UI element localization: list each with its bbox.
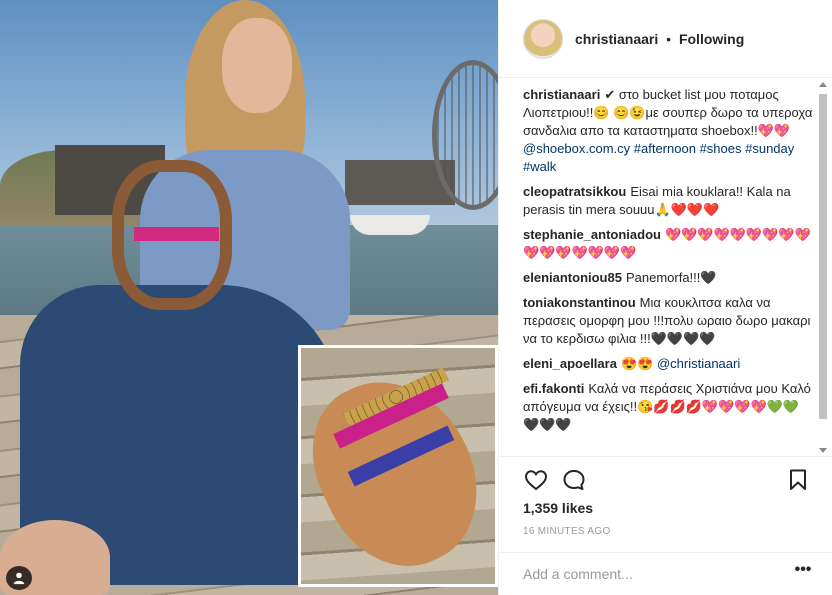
comment-author[interactable]: toniakonstantinou [523,295,636,310]
save-button[interactable] [785,467,811,493]
comment-link[interactable]: @shoebox.com.cy [523,141,630,156]
comment-link[interactable]: #sunday [745,141,794,156]
comment-item: stephanie_antoniadou 💖💖💖💖💖💖💖💖💖💖💖💖💖💖💖💖 [523,226,813,262]
like-button[interactable] [523,467,549,493]
following-button[interactable]: Following [679,31,744,47]
comments-list[interactable]: christianaari ✔ στο bucket list μου ποταμ… [523,86,813,454]
comment-author[interactable]: eleni_apoellara [523,356,617,371]
heart-outline-icon [524,470,548,491]
photo-inset-sandal [298,345,498,587]
scroll-up-arrow-icon[interactable] [819,82,827,87]
add-comment-bar: ••• [499,552,832,595]
comment-link[interactable]: #shoes [700,141,742,156]
comment-item: cleopatratsikkou Eisai mia kouklara!! Kal… [523,183,813,219]
tagged-user-button[interactable] [6,566,32,590]
header-separator: • [666,30,672,47]
comment-link[interactable]: @christianaari [657,356,740,371]
avatar[interactable] [523,18,563,59]
speech-bubble-icon [563,470,585,490]
comment-author[interactable]: christianaari [523,87,600,102]
comment-author[interactable]: stephanie_antoniadou [523,227,661,242]
comment-link[interactable]: #afternoon [634,141,696,156]
scroll-down-arrow-icon[interactable] [819,448,827,453]
comments-scrollbar[interactable] [817,80,829,456]
bookmark-icon [790,469,806,490]
photo-woman-face [222,18,292,113]
comment-link[interactable]: #walk [523,159,556,174]
comment-item: christianaari ✔ στο bucket list μου ποταμ… [523,86,813,176]
action-bar [499,456,832,500]
more-options-button[interactable]: ••• [793,562,813,583]
comment-author[interactable]: efi.fakonti [523,381,584,396]
post-photo[interactable] [0,0,498,595]
comment-item: toniakonstantinou Μια κουκλιτσα καλα να π… [523,294,813,348]
photo-boat [350,215,430,235]
comment-text: Panemorfa!!!🖤 [625,270,717,285]
post-header: christianaari • Following [499,0,832,78]
post-timestamp[interactable]: 16 MINUTES AGO [523,526,611,537]
header-text: christianaari • Following [575,31,744,47]
add-comment-input[interactable] [523,563,773,585]
comment-author[interactable]: eleniantoniou85 [523,270,622,285]
comment-item: efi.fakonti Καλά να περάσεις Χριστιάνα μο… [523,380,813,434]
photo-held-sandal [112,160,232,310]
comment-item: eleniantoniou85 Panemorfa!!!🖤 [523,269,813,287]
comment-item: eleni_apoellara 😍😍 @christianaari [523,355,813,373]
post-details-panel: christianaari • Following christianaari ✔… [498,0,832,595]
likes-count[interactable]: 1,359 likes [523,500,593,516]
scroll-thumb[interactable] [819,94,827,419]
comment-button[interactable] [561,467,587,493]
user-icon [13,572,25,585]
comment-author[interactable]: cleopatratsikkou [523,184,626,199]
comment-text: 😍😍 [620,356,657,371]
header-username[interactable]: christianaari [575,31,658,47]
